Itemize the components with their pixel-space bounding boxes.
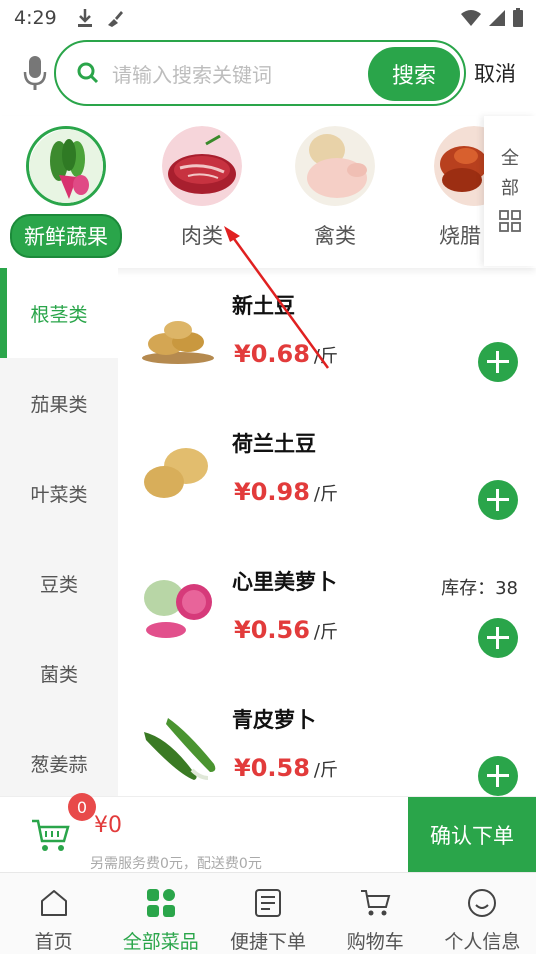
sidebar-item-fruit-vegetables[interactable]: 茄果类: [0, 358, 118, 448]
sidebar-item-mushrooms[interactable]: 菌类: [0, 628, 118, 718]
smile-icon: [468, 889, 497, 917]
product-name: 新土豆: [232, 294, 295, 318]
search-button[interactable]: 搜索: [368, 47, 460, 101]
product-name: 青皮萝卜: [232, 708, 316, 732]
category-poultry[interactable]: 禽类: [275, 126, 395, 250]
microphone-icon[interactable]: [22, 54, 48, 92]
tab-label: 首页: [34, 931, 73, 953]
tab-quick-order[interactable]: 便捷下单: [214, 873, 321, 954]
add-to-cart-button[interactable]: [478, 342, 518, 382]
add-to-cart-button[interactable]: [478, 756, 518, 796]
cart-total: ¥0: [94, 813, 122, 838]
tab-all-dishes[interactable]: 全部菜品: [107, 873, 214, 954]
radish-image: [144, 580, 212, 638]
order-icon: [255, 889, 281, 917]
tab-label: 全部菜品: [122, 931, 199, 953]
product-name: 心里美萝卜: [232, 570, 337, 594]
product-price: ¥0.56/斤: [234, 616, 338, 644]
tab-home[interactable]: 首页: [0, 873, 107, 954]
confirm-order-button[interactable]: 确认下单: [408, 797, 536, 873]
tab-label: 个人信息: [444, 931, 521, 953]
meat-image: [162, 126, 242, 206]
product-name: 荷兰土豆: [232, 432, 316, 456]
add-to-cart-button[interactable]: [478, 618, 518, 658]
poultry-image: [295, 126, 375, 206]
search-row: 请输入搜索关键词 搜索 取消: [0, 36, 536, 110]
stock-label: 库存：38: [441, 578, 518, 599]
battery-icon: [513, 8, 523, 27]
sidebar-item-root-vegetables[interactable]: 根茎类: [0, 268, 118, 358]
product-list: 新土豆 ¥0.68/斤 荷兰土豆 ¥0.98/斤 心里美萝卜 库存：38 ¥0.…: [118, 268, 536, 796]
cart-count-badge: 0: [68, 793, 96, 821]
brush-icon: [107, 11, 123, 27]
list-item: 青皮萝卜 ¥0.58/斤: [118, 682, 536, 796]
search-box[interactable]: 请输入搜索关键词 搜索: [54, 40, 466, 106]
cart-icon: [361, 890, 391, 916]
add-to-cart-button[interactable]: [478, 480, 518, 520]
status-bar: 4:29: [0, 0, 536, 36]
category-strip: 新鲜蔬果 肉类 禽类 烧腊 全 部: [0, 116, 536, 268]
sidebar-item-leafy-vegetables[interactable]: 叶菜类: [0, 448, 118, 538]
bottom-nav: 首页 全部菜品 便捷下单 购物车 个人信息: [0, 872, 536, 954]
list-item: 心里美萝卜 库存：38 ¥0.56/斤: [118, 544, 536, 682]
list-item: 新土豆 ¥0.68/斤: [118, 268, 536, 406]
search-icon: [77, 62, 99, 84]
status-time: 4:29: [14, 7, 57, 29]
signal-icon: [489, 10, 505, 26]
product-price: ¥0.68/斤: [234, 340, 338, 368]
download-icon: [77, 9, 92, 27]
all-categories-char: 部: [501, 178, 519, 199]
cart-fee-note: 另需服务费0元，配送费0元: [90, 856, 262, 872]
all-categories-char: 全: [501, 148, 519, 169]
potato-image: [144, 448, 208, 498]
all-categories-button[interactable]: 全 部: [484, 116, 536, 266]
vegetable-image: [26, 126, 106, 206]
grid-icon: [499, 210, 521, 232]
tab-profile[interactable]: 个人信息: [429, 873, 536, 954]
subcategory-sidebar: 根茎类 茄果类 叶菜类 豆类 菌类 葱姜蒜: [0, 268, 118, 796]
category-fresh-veg[interactable]: 新鲜蔬果: [6, 126, 126, 258]
category-label: 肉类: [181, 224, 223, 248]
home-icon: [40, 890, 67, 916]
tab-label: 购物车: [346, 931, 404, 953]
cancel-button[interactable]: 取消: [474, 58, 516, 88]
category-label: 禽类: [314, 224, 356, 248]
green-radish-image: [144, 718, 216, 780]
cart-bar: 0 ¥0 另需服务费0元，配送费0元 确认下单: [0, 793, 536, 873]
product-price: ¥0.58/斤: [234, 754, 338, 782]
product-price: ¥0.98/斤: [234, 478, 338, 506]
category-meat[interactable]: 肉类: [142, 126, 262, 250]
cart-icon[interactable]: [30, 817, 70, 853]
potato-image: [142, 321, 214, 364]
wifi-icon: [461, 10, 481, 26]
tab-cart[interactable]: 购物车: [322, 873, 429, 954]
sidebar-item-beans[interactable]: 豆类: [0, 538, 118, 628]
list-item: 荷兰土豆 ¥0.98/斤: [118, 406, 536, 544]
sidebar-item-onion-ginger-garlic[interactable]: 葱姜蒜: [0, 718, 118, 808]
tab-label: 便捷下单: [230, 931, 307, 953]
grid-icon: [146, 889, 175, 917]
category-label: 新鲜蔬果: [10, 214, 122, 258]
